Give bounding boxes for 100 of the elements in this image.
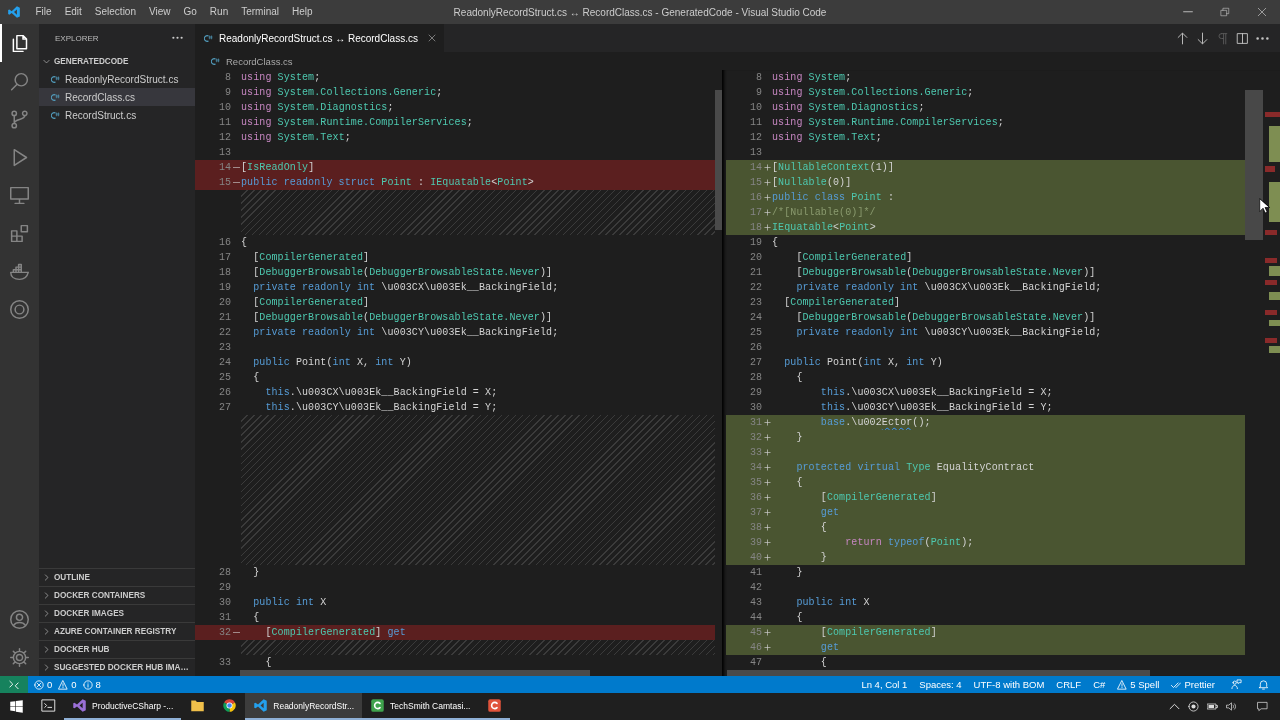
folder-item[interactable]: GENERATEDCODE <box>39 52 195 70</box>
close-icon[interactable] <box>1256 7 1267 17</box>
code-line: { <box>795 476 803 490</box>
code-line: } <box>795 431 803 445</box>
line-number: 10 <box>218 101 231 115</box>
code-line: [CompilerGenerated] <box>795 251 913 265</box>
minus-icon <box>232 181 240 184</box>
line-number: 9 <box>224 86 231 100</box>
status-item[interactable]: CRLF <box>1056 679 1082 690</box>
arrow-up-icon[interactable] <box>1176 31 1189 45</box>
status-item[interactable]: C# <box>1093 679 1106 690</box>
tree-item[interactable]: ReadonlyRecordStruct.cs <box>39 70 195 88</box>
taskbar-app[interactable]: ReadonlyRecordStr... <box>245 693 363 720</box>
plus-icon <box>763 434 771 441</box>
line-number: 17 <box>218 251 231 265</box>
scrollbar-thumb[interactable] <box>715 90 722 230</box>
minus-icon <box>232 631 240 634</box>
menu-item[interactable]: Go <box>177 0 204 24</box>
taskbar-app[interactable]: TechSmith Camtasi... <box>362 693 479 720</box>
plus-icon <box>763 539 771 546</box>
menu-item[interactable]: Help <box>285 0 320 24</box>
menu-item[interactable]: Edit <box>58 0 89 24</box>
line-number: 8 <box>224 71 231 85</box>
code-line: [CompilerGenerated] <box>252 251 370 265</box>
line-number: 39 <box>749 536 762 550</box>
code-line: public int X <box>795 596 870 610</box>
code-line: public int X <box>252 596 327 610</box>
plus-icon <box>763 164 771 171</box>
plus-icon <box>763 194 771 201</box>
close-icon[interactable] <box>427 34 436 42</box>
more-icon[interactable] <box>172 36 183 40</box>
line-number: 47 <box>749 656 762 670</box>
line-number: 23 <box>218 341 231 355</box>
status-item[interactable]: UTF-8 with BOM <box>973 679 1045 690</box>
code-line: [DebuggerBrowsable(DebuggerBrowsableState.Never)] <box>252 266 553 280</box>
minimize-icon[interactable] <box>1182 11 1193 13</box>
plus-icon <box>763 554 771 561</box>
account-icon[interactable] <box>9 608 30 630</box>
scrollbar-thumb[interactable] <box>240 670 590 676</box>
line-number: 31 <box>218 611 231 625</box>
notification-icon[interactable] <box>1257 701 1268 712</box>
status-item[interactable]: Spaces: 4 <box>919 679 962 690</box>
code-line: this.\u003CX\u003Ek__BackingField = X; <box>264 386 498 400</box>
file-icon <box>51 74 60 84</box>
code-line: [IsReadOnly] <box>241 161 315 175</box>
arrow-down-icon[interactable] <box>1196 31 1209 45</box>
menu-item[interactable]: File <box>29 0 59 24</box>
recorder-logo-icon <box>370 698 386 713</box>
line-number: 29 <box>218 581 231 595</box>
status-item[interactable]: Ln 4, Col 1 <box>861 679 908 690</box>
menu-item[interactable]: Terminal <box>234 0 286 24</box>
split-editor-icon[interactable] <box>1236 31 1249 45</box>
scrollbar-thumb[interactable] <box>727 670 1150 676</box>
menu-item[interactable]: Run <box>203 0 235 24</box>
line-number: 44 <box>749 611 762 625</box>
code-line: { <box>795 371 803 385</box>
windows-logo-icon[interactable] <box>8 699 24 714</box>
folder-icon <box>189 698 205 713</box>
restore-icon[interactable] <box>1219 7 1230 17</box>
status-item[interactable]: Prettier <box>1171 679 1215 690</box>
code-line: [CompilerGenerated] <box>819 491 937 505</box>
plus-icon <box>763 464 771 471</box>
code-line: this.\u003CY\u003Ek__BackingField = Y; <box>819 401 1053 415</box>
bell-icon[interactable] <box>1258 679 1269 690</box>
code-line: public Point(int X, int Y) <box>252 356 412 370</box>
record-icon[interactable] <box>1188 701 1199 712</box>
line-number: 35 <box>749 476 762 490</box>
line-number: 40 <box>749 551 762 565</box>
editor-tab[interactable]: ReadonlyRecordStruct.cs ↔ RecordClass.cs <box>195 24 444 52</box>
code-line: using System.Runtime.CompilerServices; <box>241 116 473 130</box>
taskbar-app[interactable]: ProductiveCSharp -... <box>64 693 182 720</box>
error-icon <box>34 679 44 690</box>
code-line: [CompilerGenerated] get <box>264 626 406 640</box>
menu-item[interactable]: Selection <box>88 0 143 24</box>
plus-icon <box>763 419 771 426</box>
status-item[interactable]: 5 Spell <box>1117 679 1160 690</box>
problems-button[interactable]: 0 0 8 <box>34 679 104 690</box>
line-number: 15 <box>749 176 762 190</box>
settings-icon[interactable] <box>9 646 30 668</box>
line-number: 30 <box>218 596 231 610</box>
code-line: public readonly struct Point : IEquatable<Point> <box>241 176 534 190</box>
recorder-logo-icon <box>486 698 502 713</box>
terminal-icon <box>40 698 56 713</box>
line-number: 9 <box>755 86 762 100</box>
line-number: 17 <box>749 206 762 220</box>
line-number: 11 <box>749 116 762 130</box>
breadcrumb-item[interactable]: RecordClass.cs <box>226 55 293 67</box>
tree-item[interactable]: RecordClass.cs <box>39 88 195 106</box>
code-line: using System; <box>241 71 321 85</box>
chevron-up-icon[interactable] <box>1169 701 1180 712</box>
feedback-icon[interactable] <box>1231 679 1242 690</box>
line-number: 43 <box>749 596 762 610</box>
menu-item[interactable]: View <box>142 0 177 24</box>
speaker-icon[interactable] <box>1226 701 1237 712</box>
code-line: { <box>252 371 260 385</box>
line-number: 21 <box>218 311 231 325</box>
battery-icon[interactable] <box>1207 701 1218 712</box>
code-line: { <box>241 236 248 250</box>
tree-item[interactable]: RecordStruct.cs <box>39 106 195 124</box>
code-line: private readonly int \u003CY\u003Ek__BackingField; <box>252 326 559 340</box>
